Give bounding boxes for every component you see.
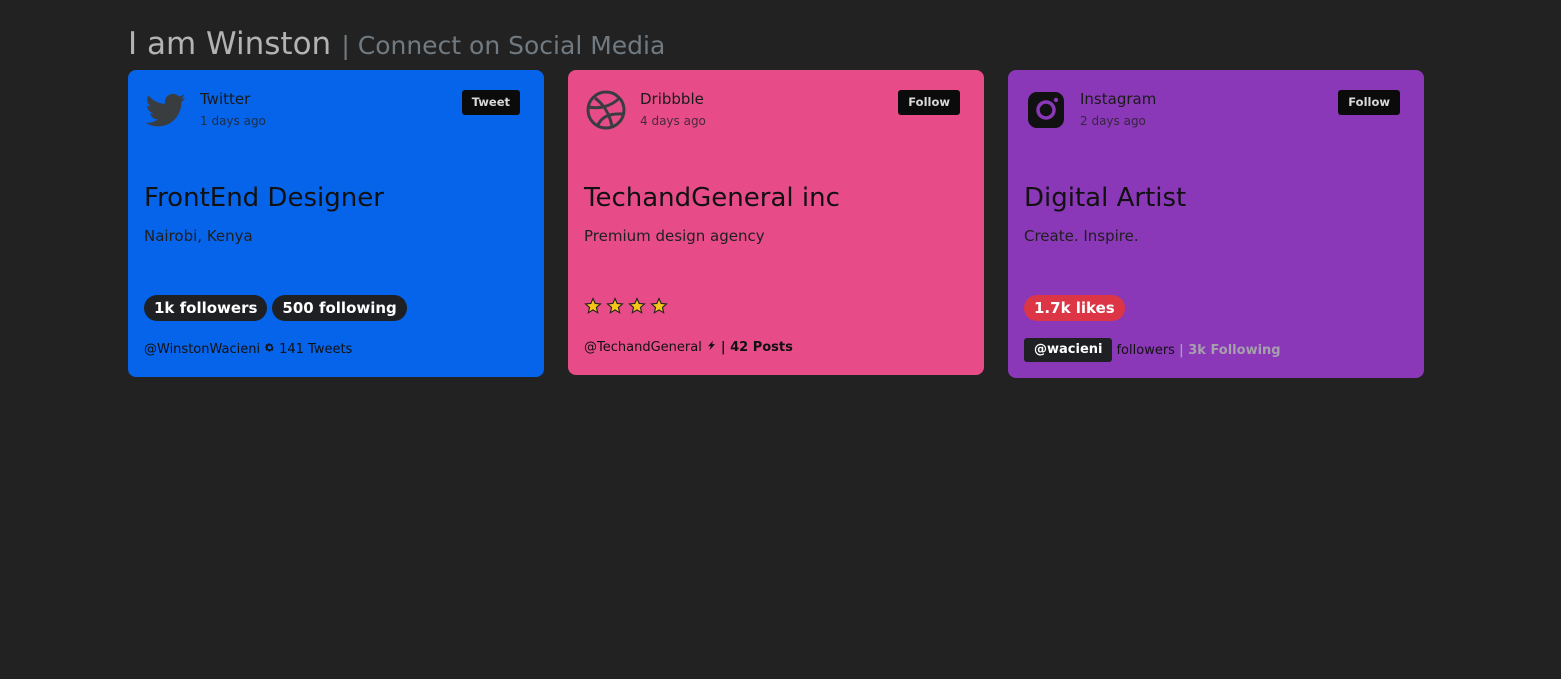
post-time: 4 days ago [640,114,706,128]
handle-badge[interactable]: @wacieni [1024,338,1113,362]
likes-badge: 1.7k likes [1024,295,1125,321]
page-title: I am Winston | Connect on Social Media [128,24,665,62]
followers-badge: 1k followers [144,295,268,321]
platform-name: Dribbble [640,90,704,108]
card-subtitle: Create. Inspire. [1024,227,1139,245]
card-title: TechandGeneral inc [584,183,840,213]
following-count: | 3k Following [1178,342,1281,358]
card-footer: @TechandGeneral | 42 Posts [584,340,793,355]
dribbble-card: Dribbble 4 days ago Follow TechandGenera… [568,70,984,375]
page-title-subtitle: | Connect on Social Media [341,31,666,60]
instagram-card: Instagram 2 days ago Follow Digital Arti… [1008,70,1424,378]
card-subtitle: Nairobi, Kenya [144,227,253,245]
star-icon [628,297,646,315]
twitter-card: Twitter 1 days ago Tweet FrontEnd Design… [128,70,544,377]
star-icon [584,297,602,315]
platform-name: Twitter [200,90,251,108]
page-title-name: I am Winston [128,26,332,62]
handle-link[interactable]: @TechandGeneral [584,340,702,355]
post-time: 2 days ago [1080,114,1146,128]
follow-button[interactable]: Follow [1338,90,1400,115]
posts-count: | 42 Posts [720,340,793,355]
star-icon [650,297,668,315]
tweet-button[interactable]: Tweet [461,90,520,115]
card-title: FrontEnd Designer [144,183,384,213]
stats-badges: 1.7k likes [1024,295,1125,321]
lightning-icon [706,340,717,355]
card-footer: @WinstonWacieni 141 Tweets [144,342,352,357]
card-footer: @wacieni followers | 3k Following [1024,338,1281,362]
star-icon [606,297,624,315]
post-time: 1 days ago [200,114,266,128]
platform-name: Instagram [1080,90,1157,108]
dribbble-icon [586,90,626,130]
following-badge: 500 following [272,295,407,321]
card-subtitle: Premium design agency [584,227,765,245]
stats-badges: 1k followers 500 following [144,295,407,321]
card-title: Digital Artist [1024,183,1187,213]
followers-label: followers [1116,342,1175,358]
follow-button[interactable]: Follow [898,90,960,115]
handle-link[interactable]: @WinstonWacieni [144,342,260,357]
gear-icon [264,342,275,357]
tweets-count: 141 Tweets [279,342,353,357]
twitter-bird-icon [145,90,186,130]
instagram-icon [1026,90,1066,130]
rating-stars [584,297,668,315]
